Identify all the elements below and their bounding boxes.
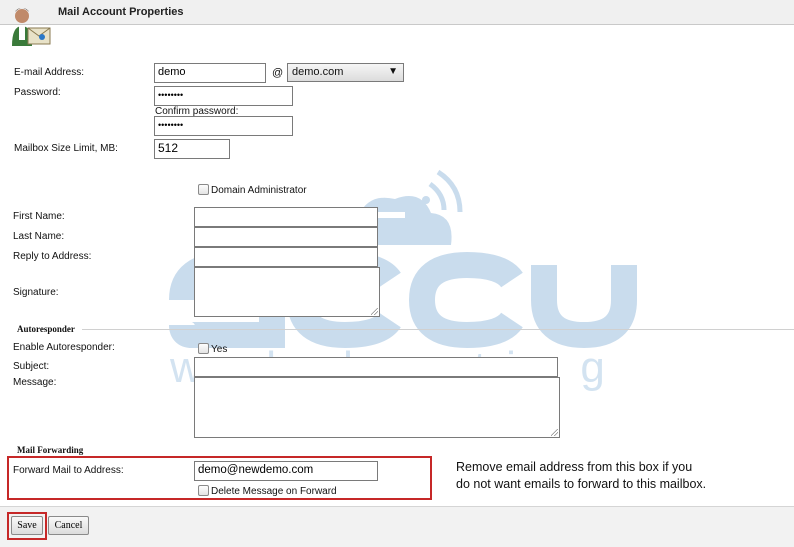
subject-input[interactable] <box>194 357 558 377</box>
password-input[interactable]: •••••••• <box>154 86 293 106</box>
autoresponder-divider <box>82 329 794 330</box>
domain-admin-checkbox[interactable] <box>198 184 209 195</box>
domain-admin-label: Domain Administrator <box>211 185 307 196</box>
mailbox-size-input[interactable]: 512 <box>154 139 230 159</box>
annotation-note: Remove email address from this box if yo… <box>456 459 786 493</box>
reply-to-input[interactable] <box>194 247 378 267</box>
first-name-label: First Name: <box>13 211 65 222</box>
forward-mail-label: Forward Mail to Address: <box>13 465 124 476</box>
autoresponder-yes-label: Yes <box>211 344 228 355</box>
delete-on-forward-checkbox[interactable] <box>198 485 209 496</box>
annotation-line-2: do not want emails to forward to this ma… <box>456 477 707 491</box>
subject-label: Subject: <box>13 361 50 372</box>
domain-select-value: demo.com <box>292 66 344 78</box>
reply-to-label: Reply to Address: <box>13 251 92 262</box>
cancel-button[interactable]: Cancel <box>48 516 89 535</box>
enable-autoresponder-label: Enable Autoresponder: <box>13 342 115 353</box>
mailbox-size-label: Mailbox Size Limit, MB: <box>14 143 118 154</box>
mail-forwarding-heading: Mail Forwarding <box>17 445 84 455</box>
save-button[interactable]: Save <box>11 516 43 535</box>
autoresponder-heading: Autoresponder <box>17 324 75 334</box>
confirm-password-input[interactable]: •••••••• <box>154 116 293 136</box>
signature-label: Signature: <box>13 287 59 298</box>
message-label: Message: <box>13 377 57 388</box>
dropdown-arrow-icon: ▼ <box>388 66 398 77</box>
user-mail-icon <box>12 8 51 46</box>
email-user-input[interactable]: demo <box>154 63 266 83</box>
annotation-line-1: Remove email address from this box if yo… <box>456 460 693 474</box>
first-name-input[interactable] <box>194 207 378 227</box>
resize-grip-icon[interactable] <box>551 429 558 436</box>
message-textarea[interactable] <box>194 377 560 438</box>
resize-grip-icon[interactable] <box>371 308 378 315</box>
last-name-input[interactable] <box>194 227 378 247</box>
last-name-label: Last Name: <box>13 231 65 242</box>
window-title: Mail Account Properties <box>58 6 184 18</box>
delete-on-forward-label: Delete Message on Forward <box>211 486 337 497</box>
at-sign: @ <box>272 67 284 79</box>
domain-select[interactable]: demo.com ▼ <box>287 63 404 82</box>
autoresponder-yes-checkbox[interactable] <box>198 343 209 354</box>
signature-textarea[interactable] <box>194 267 380 317</box>
forward-address-input[interactable]: demo@newdemo.com <box>194 461 378 481</box>
password-label: Password: <box>14 87 61 98</box>
button-bar <box>0 506 794 547</box>
email-label: E-mail Address: <box>14 67 85 78</box>
